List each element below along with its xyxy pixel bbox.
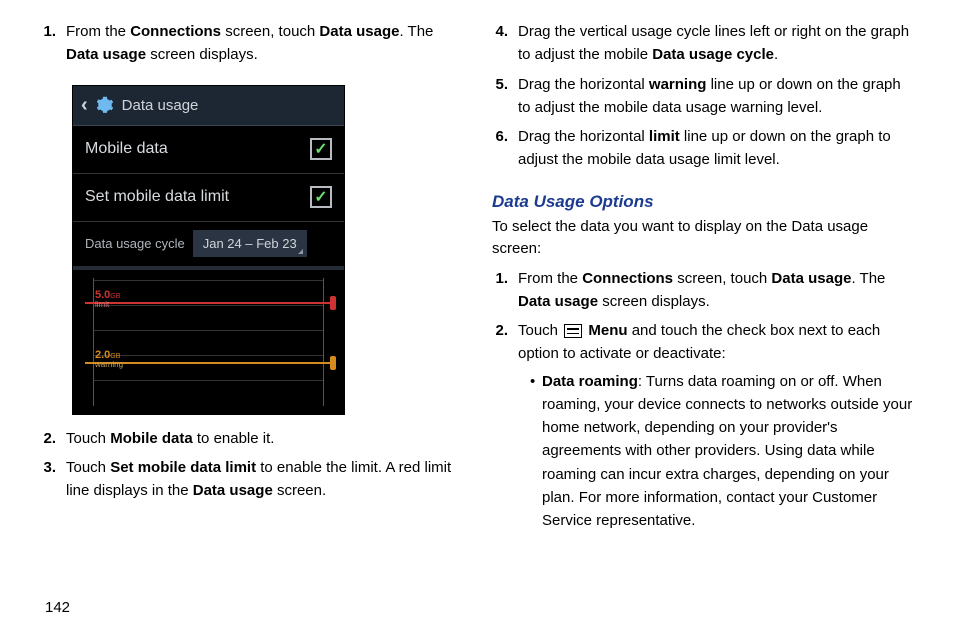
set-limit-checkbox[interactable]: ✓ [310, 186, 332, 208]
row-label: Set mobile data limit [85, 188, 229, 206]
warning-label: 2.0GBwarning [95, 350, 123, 369]
step-text: Drag the horizontal warning line up or d… [518, 73, 914, 120]
data-roaming-bullet: • Data roaming: Turns data roaming on or… [530, 370, 914, 533]
phone-screenshot: ‹ Data usage Mobile data ✓ Set mobile da… [72, 85, 345, 415]
bullet-dot: • [530, 370, 542, 533]
right-steps-bottom: 1. From the Connections screen, touch Da… [492, 267, 914, 539]
step-num: 4. [492, 20, 512, 67]
options-step-1: 1. From the Connections screen, touch Da… [492, 267, 914, 314]
options-intro: To select the data you want to display o… [492, 216, 914, 261]
page-number: 142 [45, 599, 70, 616]
step-1: 1. From the Connections screen, touch Da… [40, 20, 462, 67]
mobile-data-row[interactable]: Mobile data ✓ [73, 126, 344, 174]
step-num: 1. [492, 267, 512, 314]
left-column: 1. From the Connections screen, touch Da… [40, 20, 462, 616]
grid-line [93, 305, 324, 306]
right-column: 4. Drag the vertical usage cycle lines l… [492, 20, 914, 616]
cycle-dropdown[interactable]: Jan 24 – Feb 23 [193, 230, 307, 257]
screenshot-header: ‹ Data usage [73, 86, 344, 126]
row-label: Mobile data [85, 140, 168, 158]
cycle-row: Data usage cycle Jan 24 – Feb 23 [73, 222, 344, 266]
step-num: 2. [492, 319, 512, 532]
step-5: 5. Drag the horizontal warning line up o… [492, 73, 914, 120]
step-text: From the Connections screen, touch Data … [518, 267, 914, 314]
step-num: 5. [492, 73, 512, 120]
options-heading: Data Usage Options [492, 192, 914, 212]
grid-line [93, 380, 324, 381]
warning-handle[interactable] [330, 356, 336, 370]
left-steps-top: 1. From the Connections screen, touch Da… [40, 20, 462, 73]
grid-line [93, 355, 324, 356]
set-limit-row[interactable]: Set mobile data limit ✓ [73, 174, 344, 222]
step-num: 2. [40, 427, 60, 450]
grid-line [93, 280, 324, 281]
step-2: 2. Touch Mobile data to enable it. [40, 427, 462, 450]
step-6: 6. Drag the horizontal limit line up or … [492, 125, 914, 172]
options-step-2: 2. Touch Menu and touch the check box ne… [492, 319, 914, 532]
grid-line [93, 330, 324, 331]
step-num: 6. [492, 125, 512, 172]
right-steps-top: 4. Drag the vertical usage cycle lines l… [492, 20, 914, 178]
screenshot-title: Data usage [122, 97, 199, 114]
step-text: Drag the horizontal limit line up or dow… [518, 125, 914, 172]
mobile-data-checkbox[interactable]: ✓ [310, 138, 332, 160]
step-text: Drag the vertical usage cycle lines left… [518, 20, 914, 67]
step-text: Touch Set mobile data limit to enable th… [66, 456, 462, 503]
limit-label: 5.0GBlimit [95, 290, 120, 309]
left-steps-bottom: 2. Touch Mobile data to enable it. 3. To… [40, 427, 462, 509]
cycle-end-line[interactable] [323, 278, 324, 406]
gear-icon [96, 96, 114, 114]
cycle-label: Data usage cycle [85, 236, 185, 251]
limit-handle[interactable] [330, 296, 336, 310]
step-text: From the Connections screen, touch Data … [66, 20, 462, 67]
limit-line[interactable] [85, 302, 332, 304]
step-num: 3. [40, 456, 60, 503]
step-4: 4. Drag the vertical usage cycle lines l… [492, 20, 914, 67]
bullet-text: Data roaming: Turns data roaming on or o… [542, 370, 914, 533]
step-num: 1. [40, 20, 60, 67]
cycle-start-line[interactable] [93, 278, 94, 406]
back-icon[interactable]: ‹ [81, 94, 88, 117]
step-text: Touch Mobile data to enable it. [66, 427, 462, 450]
step-text: Touch Menu and touch the check box next … [518, 319, 914, 532]
menu-icon [564, 324, 582, 338]
usage-graph: 5.0GBlimit 2.0GBwarning [73, 266, 344, 414]
step-3: 3. Touch Set mobile data limit to enable… [40, 456, 462, 503]
